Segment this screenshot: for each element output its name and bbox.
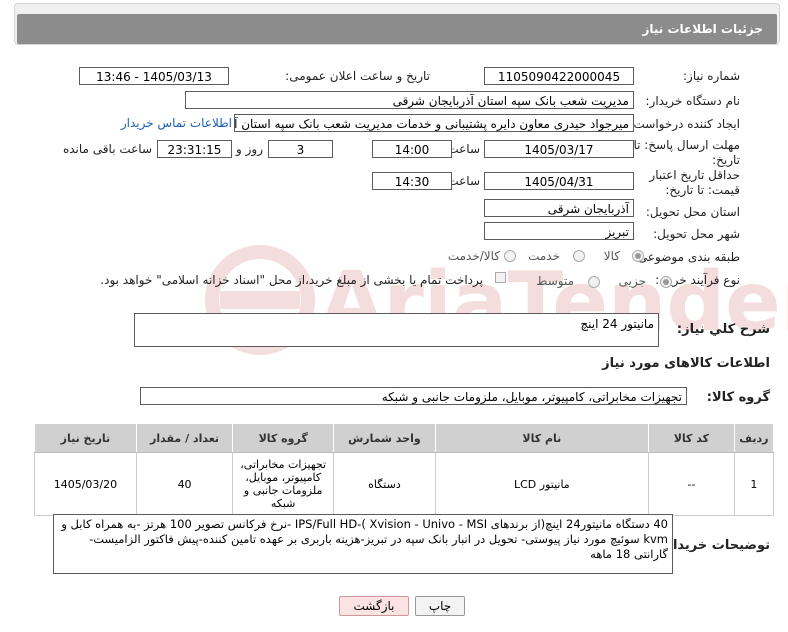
print-button[interactable]: چاپ (415, 596, 465, 616)
back-button[interactable]: بازگشت (339, 596, 409, 616)
delivery-province-label: استان محل تحویل: (645, 205, 740, 219)
reply-time-label: ساعت (447, 142, 480, 156)
page-title: جزئیات اطلاعات نیاز (642, 22, 763, 36)
days-field: 3 (268, 140, 333, 158)
cell-need-date: 1405/03/20 (34, 452, 137, 516)
category-radio-goods-service[interactable] (504, 250, 516, 262)
process-label-medium: متوسط (536, 274, 574, 288)
treasury-checkbox[interactable] (495, 272, 506, 283)
announce-field: 1405/03/13 - 13:46 (79, 67, 229, 85)
page-title-bar: جزئیات اطلاعات نیاز (17, 14, 777, 44)
goods-table: ردیف کد کالا نام کالا واحد شمارش گروه کا… (34, 423, 775, 516)
cell-item-name: مانیتور LCD (434, 452, 649, 516)
need-number-field: 1105090422000045 (484, 67, 634, 85)
category-label-service: خدمت (528, 249, 560, 263)
contact-buyer-link[interactable]: اطلاعات تماس خریدار (121, 116, 232, 130)
col-row-number: ردیف (733, 423, 775, 453)
header-panel: جزئیات اطلاعات نیاز (14, 3, 780, 45)
price-date-field: 1405/04/31 (484, 172, 634, 190)
notes-label: توضیحات خریدار: (660, 538, 770, 553)
col-need-date: تاریخ نیاز (34, 423, 137, 453)
cell-row-number: 1 (733, 452, 775, 516)
announce-label: تاریخ و ساعت اعلان عمومی: (285, 69, 430, 83)
notes-field: 40 دستگاه مانیتور24 اینچ(از برندهای IPS/… (53, 514, 673, 574)
delivery-city-label: شهر محل تحویل: (653, 227, 740, 241)
col-item-name: نام کالا (434, 423, 649, 453)
reply-deadline-label: مهلت ارسال پاسخ: تا تاریخ: (633, 138, 740, 167)
category-label-goods-service: کالا/خدمت (447, 249, 500, 263)
col-unit: واحد شمارش (333, 423, 436, 453)
buyer-org-label: نام دستگاه خریدار: (645, 94, 741, 108)
col-group: گروه کالا (232, 423, 335, 453)
category-label: طبقه بندی موضوعی: (633, 250, 740, 264)
process-label-small: جزیی (618, 274, 646, 288)
price-validity-label: حداقل تاریخ اعتبار قیمت: تا تاریخ: (649, 168, 740, 197)
delivery-province-field: آذربایجان شرقی (484, 199, 634, 217)
reply-date-field: 1405/03/17 (484, 140, 634, 158)
process-radio-small[interactable] (660, 276, 672, 288)
creator-field: میرجواد حیدری معاون دایره پشتیبانی و خدم… (234, 114, 634, 132)
col-item-code: کد کالا (647, 423, 735, 453)
table-header-row: ردیف کد کالا نام کالا واحد شمارش گروه کا… (34, 423, 775, 453)
category-radio-service[interactable] (573, 250, 585, 262)
days-label: روز و (236, 142, 263, 156)
price-time-field: 14:30 (372, 172, 452, 190)
description-field: مانیتور 24 اینچ (134, 313, 659, 347)
goods-group-field: تجهیزات مخابراتی، کامپیوتر، موبایل، ملزو… (140, 387, 687, 405)
process-radio-medium[interactable] (588, 276, 600, 288)
remaining-time-field: 23:31:15 (157, 140, 232, 158)
table-row: 1 -- مانیتور LCD دستگاه تجهیزات مخابراتی… (34, 452, 775, 516)
goods-group-label: گروه کالا: (706, 390, 770, 405)
remaining-label: ساعت باقی مانده (62, 142, 152, 156)
cell-unit: دستگاه (333, 452, 436, 516)
need-number-label: شماره نیاز: (683, 69, 740, 83)
reply-time-field: 14:00 (372, 140, 452, 158)
cell-item-code: -- (647, 452, 735, 516)
price-time-label: ساعت (447, 174, 480, 188)
payment-note: پرداخت تمام یا بخشی از مبلغ خرید،از محل … (100, 273, 483, 287)
category-radio-goods[interactable] (632, 250, 644, 262)
category-label-goods: کالا (603, 249, 620, 263)
creator-label: ایجاد کننده درخواست: (629, 117, 740, 131)
buyer-org-field: مدیریت شعب بانک سپه استان آذربایجان شرقی (185, 91, 634, 109)
description-label: شرح كلي نياز: (676, 322, 770, 337)
cell-group: تجهیزات مخابراتی، کامپیوتر، موبایل، ملزو… (232, 452, 335, 516)
goods-section-title: اطلاعات کالاهای مورد نیاز (602, 356, 770, 371)
col-quantity: تعداد / مقدار (135, 423, 234, 453)
cell-quantity: 40 (135, 452, 234, 516)
delivery-city-field: تبریز (484, 222, 634, 240)
